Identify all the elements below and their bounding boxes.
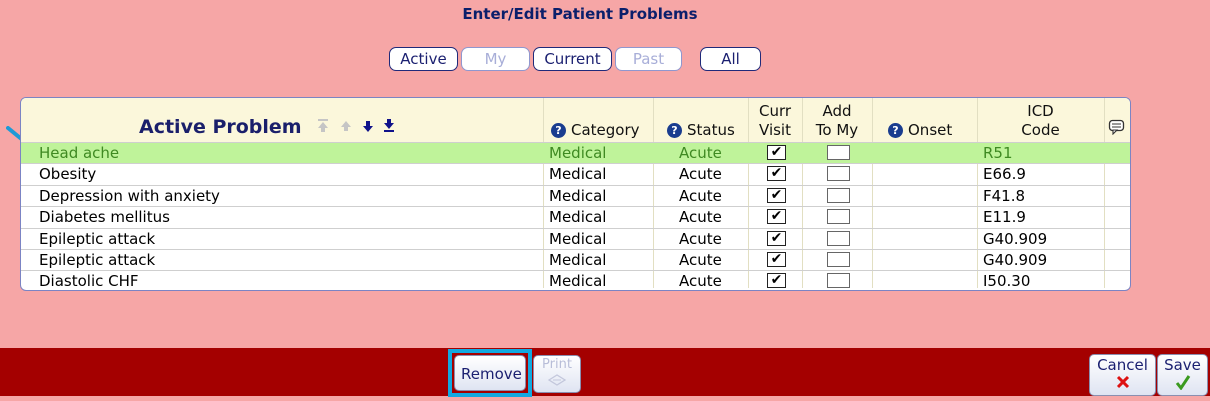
- cell-icd-code: R51: [983, 144, 1013, 162]
- cancel-x-icon: [1116, 375, 1129, 389]
- filter-my-button[interactable]: My: [461, 47, 530, 71]
- table-row[interactable]: Epileptic attack Medical Acute G40.909 ✔: [21, 227, 1130, 249]
- filter-past-button[interactable]: Past: [615, 47, 682, 71]
- filter-all-button[interactable]: All: [700, 47, 761, 71]
- move-bottom-icon: [384, 119, 395, 132]
- cell-category: Medical: [549, 144, 607, 162]
- add-to-my-checkbox[interactable]: [827, 252, 850, 267]
- curr-visit-checkbox[interactable]: ✔: [767, 230, 786, 246]
- move-up-icon: [341, 121, 352, 131]
- table-row[interactable]: Head ache Medical Acute R51 ✔: [21, 142, 1130, 163]
- save-check-icon: [1175, 375, 1190, 391]
- table-row[interactable]: Diastolic CHF Medical Acute I50.30 ✔: [21, 270, 1130, 291]
- cell-status: Acute: [679, 208, 722, 227]
- filter-current-button[interactable]: Current: [533, 47, 612, 71]
- table-row[interactable]: Obesity Medical Acute E66.9 ✔: [21, 163, 1130, 184]
- header-status[interactable]: ? Status: [667, 121, 735, 140]
- bottom-toolbar: [0, 348, 1210, 396]
- cell-category: Medical: [549, 272, 607, 291]
- header-category[interactable]: ? Category: [551, 121, 640, 140]
- cell-icd-code: G40.909: [983, 251, 1048, 269]
- add-to-my-checkbox[interactable]: [827, 145, 850, 160]
- add-to-my-checkbox[interactable]: [827, 273, 850, 289]
- curr-visit-checkbox[interactable]: ✔: [767, 166, 786, 182]
- save-button[interactable]: Save: [1157, 354, 1208, 396]
- problems-table: Active Problem ? Category ? Status Curr Vis…: [20, 97, 1131, 291]
- table-row[interactable]: Diabetes mellitus Medical Acute E11.9 ✔: [21, 206, 1130, 227]
- header-add-to-my: Add To My: [815, 102, 859, 139]
- cell-problem: Obesity: [39, 165, 97, 184]
- cell-icd-code: E66.9: [983, 165, 1026, 184]
- filter-active-button[interactable]: Active: [389, 47, 458, 71]
- table-row[interactable]: Epileptic attack Medical Acute G40.909 ✔: [21, 249, 1130, 270]
- cell-problem: Diastolic CHF: [39, 272, 139, 291]
- page-title: Enter/Edit Patient Problems: [462, 5, 698, 23]
- print-button[interactable]: Print: [533, 355, 581, 393]
- cell-status: Acute: [679, 272, 722, 291]
- remove-button-highlight: [448, 349, 532, 397]
- move-top-icon: [318, 119, 329, 132]
- add-to-my-checkbox[interactable]: [827, 209, 850, 225]
- header-icd-code: ICD Code: [1021, 102, 1060, 139]
- curr-visit-checkbox[interactable]: ✔: [767, 209, 786, 225]
- cell-status: Acute: [679, 165, 722, 184]
- cell-icd-code: E11.9: [983, 208, 1026, 227]
- cell-category: Medical: [549, 208, 607, 227]
- cell-problem: Epileptic attack: [39, 229, 156, 248]
- cell-problem: Diabetes mellitus: [39, 208, 170, 227]
- cell-problem: Head ache: [39, 144, 120, 162]
- help-icon[interactable]: ?: [888, 123, 903, 138]
- table-row[interactable]: Depression with anxiety Medical Acute F41.8…: [21, 184, 1130, 206]
- cell-problem: Epileptic attack: [39, 251, 156, 269]
- cancel-button[interactable]: Cancel: [1089, 354, 1156, 396]
- add-to-my-checkbox[interactable]: [827, 187, 850, 203]
- help-icon[interactable]: ?: [667, 123, 682, 138]
- cell-category: Medical: [549, 229, 607, 248]
- header-active-problem[interactable]: Active Problem: [139, 118, 406, 137]
- cell-status: Acute: [679, 186, 722, 205]
- cell-category: Medical: [549, 165, 607, 184]
- move-down-icon: [363, 121, 374, 132]
- cell-icd-code: G40.909: [983, 229, 1048, 248]
- curr-visit-checkbox[interactable]: ✔: [767, 252, 786, 267]
- curr-visit-checkbox[interactable]: ✔: [767, 187, 786, 203]
- print-icon: [547, 374, 567, 386]
- add-to-my-checkbox[interactable]: [827, 230, 850, 246]
- cell-status: Acute: [679, 229, 722, 248]
- cell-category: Medical: [549, 251, 607, 269]
- row-move-controls: [318, 119, 395, 132]
- curr-visit-checkbox[interactable]: ✔: [767, 273, 786, 289]
- add-to-my-checkbox[interactable]: [827, 166, 850, 182]
- cell-icd-code: F41.8: [983, 186, 1026, 205]
- curr-visit-checkbox[interactable]: ✔: [767, 145, 786, 160]
- cell-category: Medical: [549, 186, 607, 205]
- cell-status: Acute: [679, 144, 722, 162]
- header-active-problem-label: Active Problem: [139, 116, 302, 138]
- help-icon[interactable]: ?: [551, 123, 566, 138]
- header-curr-visit: Curr Visit: [758, 102, 792, 139]
- cell-problem: Depression with anxiety: [39, 186, 220, 205]
- cell-icd-code: I50.30: [983, 272, 1031, 291]
- comment-icon[interactable]: [1108, 119, 1126, 135]
- header-onset[interactable]: ? Onset: [888, 121, 952, 140]
- cell-status: Acute: [679, 251, 722, 269]
